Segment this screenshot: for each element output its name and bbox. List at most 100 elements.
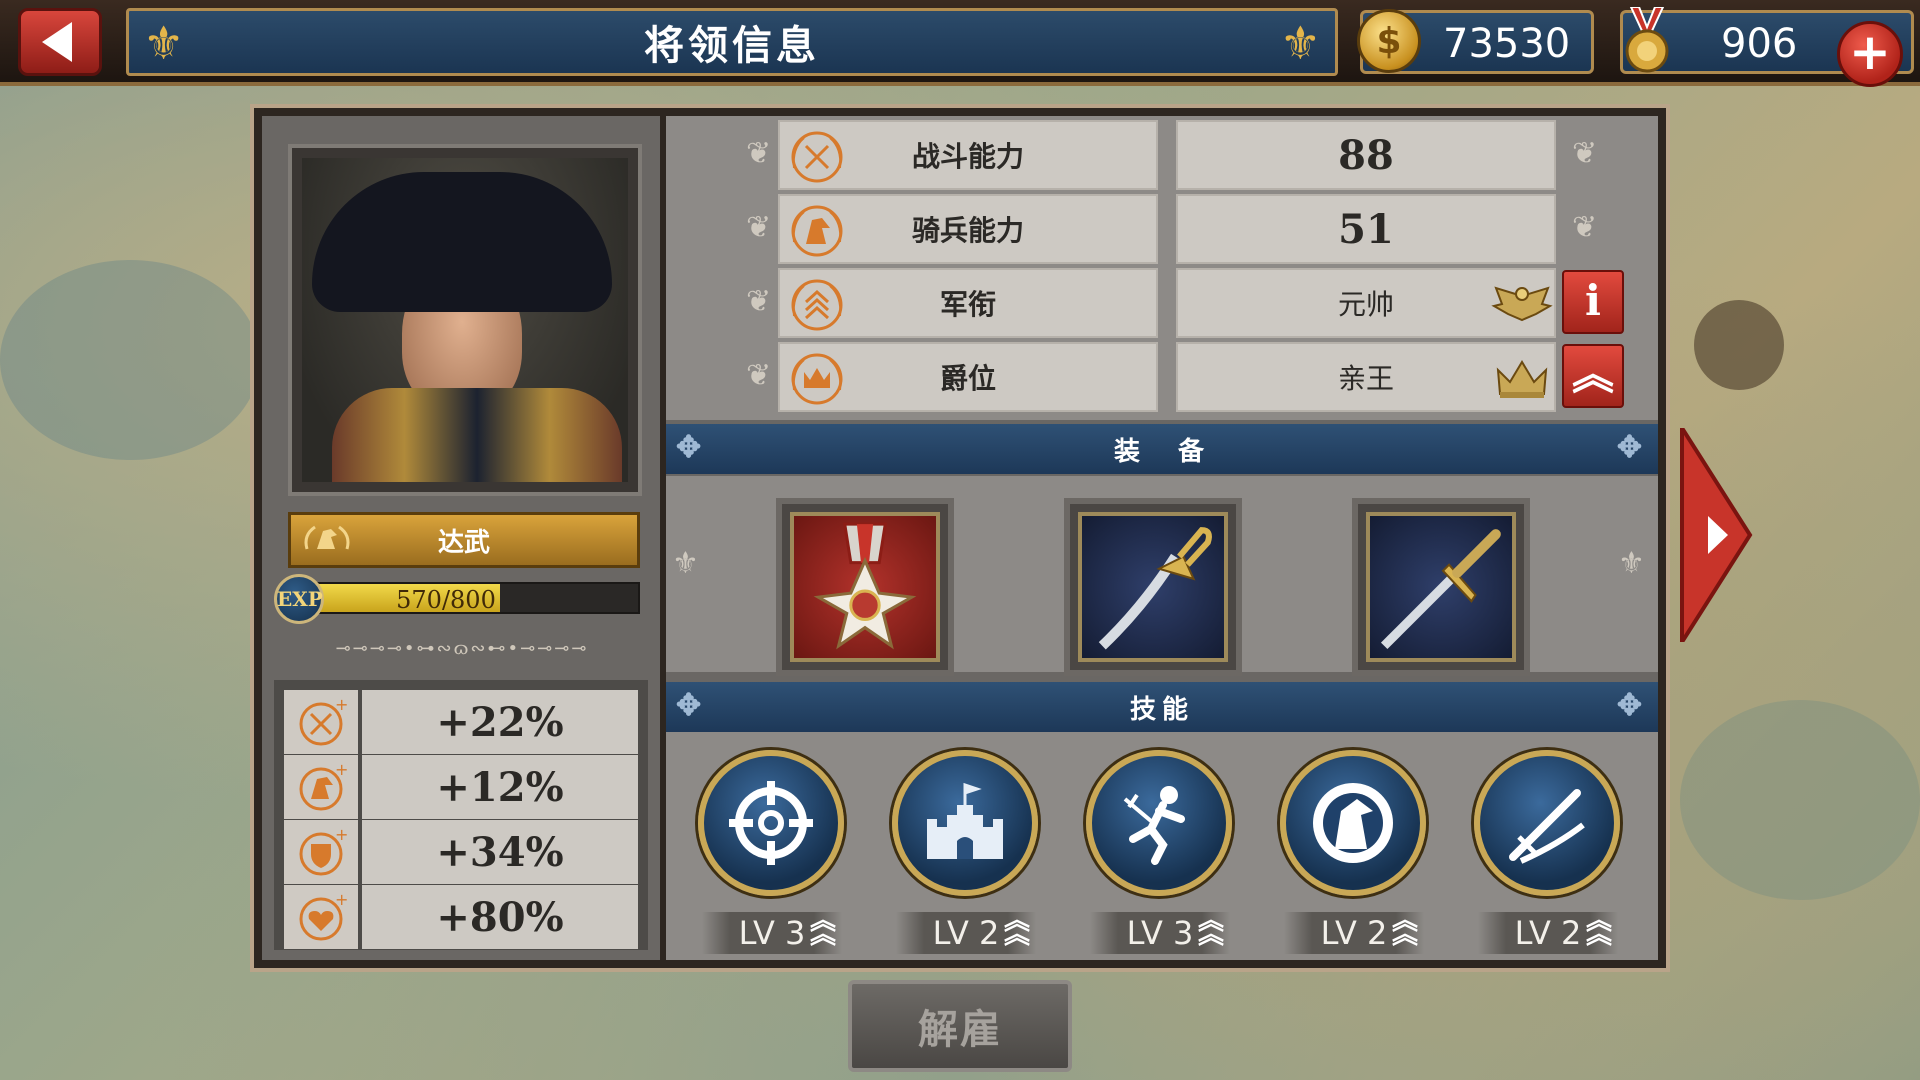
portrait-hat	[312, 172, 612, 312]
fleur-icon: ✥	[676, 430, 708, 465]
fleur-icon: ⚜	[1618, 546, 1645, 581]
equipment-title: 装 备	[1113, 436, 1210, 467]
rank-info-button[interactable]: i	[1562, 270, 1624, 334]
fleur-icon: ❦	[1572, 210, 1598, 245]
page-title: 将领信息	[644, 22, 820, 69]
shield-plus-icon: +	[299, 826, 347, 876]
skill-level: LV 2 ︽ ︽	[1284, 906, 1424, 954]
equipment-header: ✥ 装 备 ✥	[666, 424, 1658, 474]
dismiss-button[interactable]: 解雇	[848, 980, 1072, 1072]
skill-crosshair[interactable]	[698, 750, 844, 896]
map-city-marker	[1694, 300, 1784, 390]
equipment-slot-inner	[1078, 512, 1228, 662]
sword-icon	[1380, 529, 1501, 650]
medal-amount: 906	[1721, 21, 1798, 67]
portrait-frame	[288, 144, 642, 496]
add-medals-button[interactable]: +	[1837, 21, 1903, 87]
skill-level-text: LV 2	[932, 914, 1000, 952]
stat-label-cell: 战斗能力	[778, 120, 1158, 190]
general-info-panel: 达武 570/800 EXP ⊸⊸⊸⊸•⊶∾ɷ∾⊷•⊸⊸⊸⊸ + +22% + …	[250, 104, 1670, 972]
title-bar: ⚜ 将领信息 ⚜	[126, 8, 1338, 76]
general-details: ❦ 战斗能力 88 ❦ ❦ 骑兵能力 51 ❦ ❦ 军衔 元帅 i ❦ 爵位 亲…	[666, 116, 1658, 960]
back-arrow-icon	[42, 22, 72, 62]
equipment-slot-sword[interactable]	[1352, 498, 1530, 676]
fleur-icon: ✥	[1616, 430, 1648, 465]
heart-plus-icon: +	[299, 891, 347, 941]
stat-label: 骑兵能力	[911, 214, 1024, 247]
medal-currency-icon	[1625, 7, 1669, 73]
fleur-icon: ✥	[676, 688, 708, 723]
fleur-icon: ⚜	[1279, 16, 1321, 70]
bonus-icon-cell: +	[284, 690, 358, 754]
fleur-icon: ❦	[746, 136, 772, 171]
svg-text:+: +	[335, 696, 347, 714]
svg-text:+: +	[335, 761, 347, 779]
bonus-row: + +80%	[284, 885, 638, 949]
next-general-button[interactable]	[1678, 428, 1754, 642]
stat-row-cavalry: ❦ 骑兵能力 51 ❦	[746, 194, 1597, 264]
svg-text:+: +	[335, 826, 347, 844]
fleur-icon: ✥	[1616, 688, 1648, 723]
level-up-icon: ︽ ︽	[1391, 906, 1418, 950]
skill-level: LV 2 ︽ ︽	[1478, 906, 1618, 954]
crosshair-icon	[729, 781, 813, 865]
bonus-value: +80%	[362, 885, 638, 949]
bonus-icon-cell: +	[284, 820, 358, 884]
skill-fortress[interactable]	[892, 750, 1038, 896]
chevron-rank-icon	[791, 279, 843, 331]
skill-level: LV 2 ︽ ︽	[896, 906, 1036, 954]
fortress-icon	[927, 782, 1003, 859]
bonus-value: +22%	[362, 690, 638, 754]
equipment-slot-medal[interactable]	[776, 498, 954, 676]
fleur-icon: ⚜	[672, 546, 699, 581]
stat-value: 51	[1176, 194, 1556, 264]
bonus-row: + +22%	[284, 690, 638, 754]
skills-area: LV 3 ︽ ︽ LV 2 ︽ ︽ LV 3 ︽ ︽ LV 2 ︽ ︽ LV 2…	[666, 732, 1658, 960]
saber-icon	[1098, 527, 1212, 650]
nobility-upgrade-button[interactable]: ︽	[1562, 344, 1624, 408]
bonus-icon-cell: +	[284, 885, 358, 949]
map-background	[1680, 700, 1920, 900]
crossed-swords-icon	[791, 131, 843, 183]
stat-label-cell: 骑兵能力	[778, 194, 1158, 264]
top-bar: ⚜ 将领信息 ⚜ $ 73530 906 +	[0, 0, 1920, 87]
bonus-row: + +34%	[284, 820, 638, 884]
gold-counter: $ 73530	[1357, 9, 1594, 74]
skill-level-text: LV 2	[1320, 914, 1388, 952]
stat-row-military-rank: ❦ 军衔 元帅 i	[746, 268, 1624, 338]
stat-row-combat: ❦ 战斗能力 88 ❦	[746, 120, 1597, 190]
gold-coin-icon: $	[1357, 9, 1421, 73]
level-up-icon: ︽ ︽	[1585, 906, 1612, 950]
running-soldier-icon	[1123, 786, 1185, 865]
horse-icon	[1313, 783, 1393, 863]
crossed-swords-plus-icon: +	[299, 696, 347, 746]
stat-label: 军衔	[939, 288, 996, 321]
fleur-icon: ❦	[746, 284, 772, 319]
exp-bar: 570/800	[314, 582, 640, 614]
skill-blades[interactable]	[1474, 750, 1620, 896]
skill-charge[interactable]	[1086, 750, 1232, 896]
equipment-area: ⚜ ⚜	[666, 476, 1658, 676]
level-up-icon: ︽ ︽	[1003, 906, 1030, 950]
crossed-blades-icon	[1509, 789, 1585, 864]
equipment-slot-saber[interactable]	[1064, 498, 1242, 676]
svg-text:+: +	[335, 891, 347, 909]
stat-label-cell: 爵位	[778, 342, 1158, 412]
general-profile: 达武 570/800 EXP ⊸⊸⊸⊸•⊶∾ɷ∾⊷•⊸⊸⊸⊸ + +22% + …	[262, 116, 660, 960]
bonus-value: +12%	[362, 755, 638, 819]
back-button[interactable]	[18, 8, 102, 76]
skill-cavalry[interactable]	[1280, 750, 1426, 896]
general-portrait[interactable]	[302, 158, 628, 482]
fleur-icon: ⚜	[143, 16, 185, 70]
portrait-coat	[332, 388, 622, 482]
skills-title: 技能	[1129, 694, 1194, 725]
gold-amount: 73530	[1443, 21, 1571, 67]
bonus-table: + +22% + +12% + +34% + +80%	[274, 680, 648, 950]
exp-badge: EXP	[274, 574, 324, 624]
stats-area: ❦ 战斗能力 88 ❦ ❦ 骑兵能力 51 ❦ ❦ 军衔 元帅 i ❦ 爵位 亲…	[666, 116, 1658, 420]
medal-icon	[813, 522, 917, 650]
crown-badge-icon	[1496, 360, 1548, 398]
horse-plus-icon: +	[299, 761, 347, 811]
skill-level-text: LV 2	[1514, 914, 1582, 952]
fleur-icon: ❦	[1572, 136, 1598, 171]
